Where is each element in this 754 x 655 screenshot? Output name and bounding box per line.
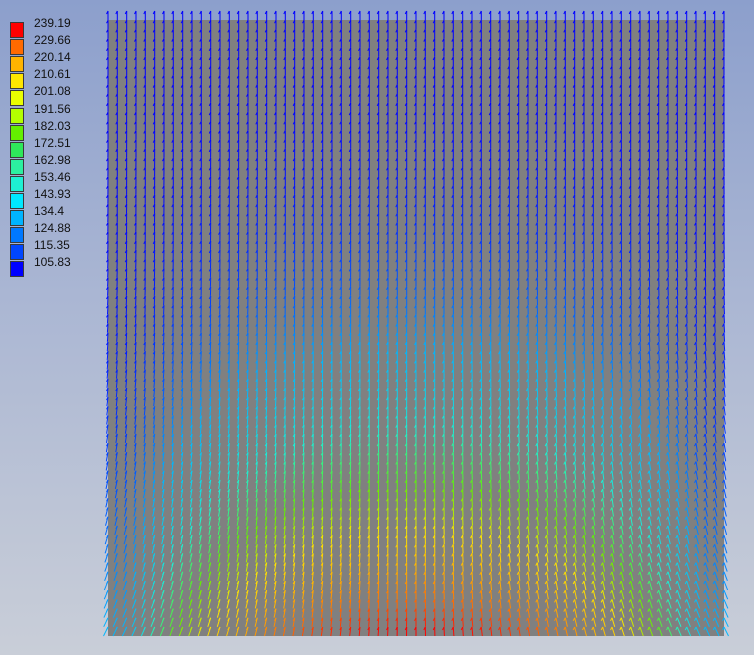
velocity-arrow — [686, 323, 688, 333]
velocity-arrow — [667, 332, 669, 342]
velocity-arrow — [714, 332, 716, 342]
vector-field-plot — [103, 10, 729, 637]
velocity-arrow — [658, 341, 660, 352]
velocity-arrow — [704, 305, 707, 315]
velocity-arrow — [676, 332, 679, 342]
velocity-arrow — [695, 332, 698, 342]
velocity-arrow — [648, 323, 651, 333]
velocity-arrow — [723, 332, 726, 342]
velocity-arrow — [676, 323, 679, 333]
velocity-arrow — [704, 341, 707, 352]
velocity-arrow — [639, 332, 641, 342]
velocity-arrow — [723, 323, 726, 333]
velocity-arrow — [704, 314, 707, 324]
velocity-arrow — [676, 314, 679, 324]
velocity-arrow — [648, 332, 651, 342]
velocity-arrow — [723, 341, 726, 352]
velocity-arrow — [676, 341, 679, 352]
velocity-arrow — [723, 314, 725, 324]
velocity-arrow — [704, 295, 707, 306]
velocity-arrow — [704, 332, 707, 342]
velocity-arrow — [714, 323, 716, 333]
velocity-arrow — [658, 332, 660, 342]
velocity-arrow — [695, 314, 697, 324]
velocity-arrow — [695, 341, 698, 352]
velocity-arrow — [723, 305, 725, 315]
velocity-arrow — [686, 341, 688, 352]
velocity-arrow — [648, 341, 651, 352]
velocity-arrow — [639, 341, 641, 352]
velocity-arrow — [695, 323, 697, 333]
velocity-arrow — [686, 332, 688, 342]
velocity-arrow — [630, 341, 632, 352]
velocity-arrow — [620, 341, 623, 352]
velocity-arrow — [667, 323, 669, 333]
velocity-arrow — [714, 341, 716, 352]
velocity-arrow — [704, 323, 707, 333]
velocity-arrow — [714, 314, 716, 324]
velocity-arrow — [620, 332, 623, 342]
velocity-arrow — [667, 341, 670, 352]
